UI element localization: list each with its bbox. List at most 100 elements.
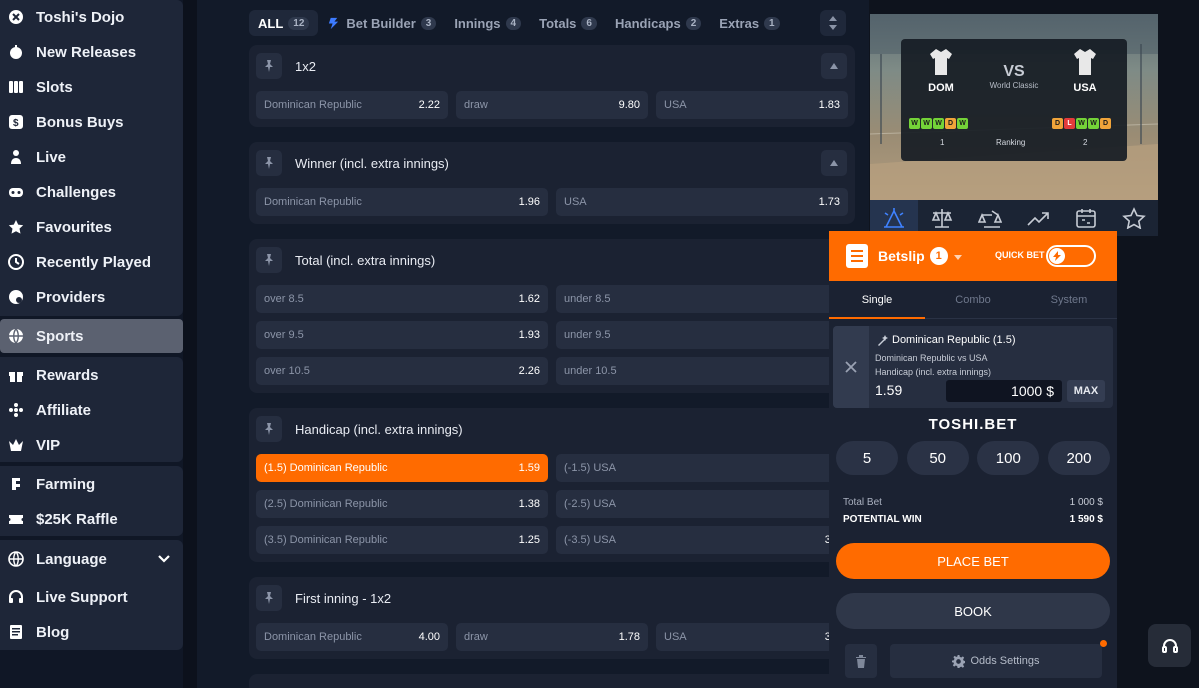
filter-extras[interactable]: Extras 1 xyxy=(710,10,788,36)
sidebar-item-label: $25K Raffle xyxy=(36,510,118,528)
tab-single[interactable]: Single xyxy=(829,281,925,319)
sidebar-item-toshis-dojo[interactable]: Toshi's Dojo xyxy=(0,0,183,34)
odd-button[interactable]: under 8.52. xyxy=(556,285,848,313)
form-badge: W xyxy=(1088,118,1099,129)
sidebar-item-farming[interactable]: Farming xyxy=(0,467,183,501)
filter-all[interactable]: ALL 12 xyxy=(249,10,319,36)
form-badge: D xyxy=(945,118,956,129)
quick-bet-toggle[interactable] xyxy=(1046,245,1096,267)
sidebar-item-label: VIP xyxy=(36,436,61,454)
book-button[interactable]: BOOK xyxy=(836,593,1110,629)
filter-label: Totals xyxy=(539,15,577,31)
odd-button[interactable]: (-1.5) USA2. xyxy=(556,454,848,482)
odd-outcome: under 10.5 xyxy=(564,365,617,377)
odd-button[interactable]: USA 1.73 xyxy=(556,188,848,216)
jersey-icon xyxy=(930,49,952,75)
pin-icon xyxy=(265,423,273,435)
sidebar-item-bonus-buys[interactable]: $ Bonus Buys xyxy=(0,105,183,139)
pin-button[interactable] xyxy=(256,247,282,273)
odd-button[interactable]: (3.5) Dominican Republic 1.25 xyxy=(256,526,548,554)
odd-button[interactable]: under 10.51. xyxy=(556,357,848,385)
sidebar-item-vip[interactable]: VIP xyxy=(0,428,183,462)
home-rank: 1 xyxy=(940,138,945,147)
max-stake-button[interactable]: MAX xyxy=(1067,380,1105,402)
sidebar-item-language[interactable]: Language xyxy=(0,542,183,576)
odd-outcome: over 10.5 xyxy=(264,365,310,377)
sidebar-item-live-support[interactable]: Live Support xyxy=(0,580,183,614)
sidebar-item-slots[interactable]: Slots xyxy=(0,70,183,104)
odds-settings-button[interactable]: Odds Settings xyxy=(890,644,1102,678)
clear-betslip-button[interactable] xyxy=(845,644,877,678)
filter-bet-builder[interactable]: Bet Builder 3 xyxy=(318,10,445,36)
bet-builder-icon xyxy=(329,17,339,29)
remove-selection-button[interactable] xyxy=(833,326,869,408)
odd-button[interactable]: Dominican Republic 1.96 xyxy=(256,188,548,216)
sidebar-item-raffle[interactable]: $25K Raffle xyxy=(0,502,183,536)
pin-icon xyxy=(265,592,273,604)
jersey-icon xyxy=(1074,49,1096,75)
quick-stake-button[interactable]: 100 xyxy=(977,441,1040,475)
chevron-down-icon[interactable] xyxy=(953,247,962,265)
odd-button[interactable]: (-3.5) USA3.5 xyxy=(556,526,848,554)
slots-icon xyxy=(6,77,26,97)
sidebar-item-label: Farming xyxy=(36,475,96,493)
form-badge: W xyxy=(1076,118,1087,129)
sidebar-item-challenges[interactable]: Challenges xyxy=(0,175,183,209)
odd-button[interactable]: draw 1.78 xyxy=(456,623,648,651)
sidebar-item-live[interactable]: Live xyxy=(0,140,183,174)
sidebar-item-blog[interactable]: Blog xyxy=(0,615,183,649)
tab-system[interactable]: System xyxy=(1021,281,1117,318)
pin-button[interactable] xyxy=(256,416,282,442)
odd-button[interactable]: Dominican Republic 2.22 xyxy=(256,91,448,119)
bet-market: Handicap (incl. extra innings) xyxy=(875,367,992,377)
betslip-header[interactable]: Betslip 1 QUICK BET xyxy=(829,231,1117,281)
odd-button[interactable]: draw 9.80 xyxy=(456,91,648,119)
bonus-buys-icon: $ xyxy=(6,112,26,132)
market-title: Winner (incl. extra innings) xyxy=(295,155,449,171)
quick-stake-button[interactable]: 5 xyxy=(836,441,898,475)
pin-button[interactable] xyxy=(256,585,282,611)
sidebar-item-favourites[interactable]: Favourites xyxy=(0,210,183,244)
notification-dot xyxy=(1100,640,1107,647)
quick-stake-button[interactable]: 50 xyxy=(906,441,969,475)
providers-icon xyxy=(6,287,26,307)
sort-icon xyxy=(829,16,837,30)
sidebar-item-recently-played[interactable]: Recently Played xyxy=(0,245,183,279)
sidebar-item-new-releases[interactable]: New Releases xyxy=(0,35,183,69)
sidebar-item-affiliate[interactable]: Affiliate xyxy=(0,393,183,427)
odd-button[interactable]: under 9.51. xyxy=(556,321,848,349)
collapse-button[interactable] xyxy=(821,150,847,176)
sidebar-item-providers[interactable]: Providers xyxy=(0,280,183,314)
versus-label: VS World Classic xyxy=(979,63,1049,90)
sort-toggle-button[interactable] xyxy=(820,10,846,36)
odd-button[interactable]: (-2.5) USA2. xyxy=(556,490,848,518)
odd-button[interactable]: (2.5) Dominican Republic 1.38 xyxy=(256,490,548,518)
svg-text:$: $ xyxy=(13,118,19,129)
live-support-button[interactable] xyxy=(1148,624,1191,667)
odd-button[interactable]: USA3.4 xyxy=(656,623,848,651)
tab-favourite[interactable] xyxy=(1110,200,1158,236)
filter-innings[interactable]: Innings 4 xyxy=(445,10,530,36)
odd-button[interactable]: over 8.5 1.62 xyxy=(256,285,548,313)
odd-button[interactable]: over 10.5 2.26 xyxy=(256,357,548,385)
pin-button[interactable] xyxy=(256,53,282,79)
odd-button-selected[interactable]: (1.5) Dominican Republic 1.59 xyxy=(256,454,548,482)
sidebar-item-rewards[interactable]: Rewards xyxy=(0,358,183,392)
pin-button[interactable] xyxy=(256,150,282,176)
odd-value: 1.78 xyxy=(618,631,640,643)
odd-button[interactable]: USA 1.83 xyxy=(656,91,848,119)
filter-handicaps[interactable]: Handicaps 2 xyxy=(606,10,710,36)
tab-combo[interactable]: Combo xyxy=(925,281,1021,318)
market-next xyxy=(249,674,855,688)
collapse-button[interactable] xyxy=(821,53,847,79)
odd-button[interactable]: Dominican Republic 4.00 xyxy=(256,623,448,651)
gear-icon xyxy=(952,654,966,668)
odd-button[interactable]: over 9.5 1.93 xyxy=(256,321,548,349)
filter-totals[interactable]: Totals 6 xyxy=(530,10,606,36)
quick-stake-button[interactable]: 200 xyxy=(1047,441,1110,475)
competition-name: World Classic xyxy=(989,81,1039,90)
stake-input[interactable]: 1000 $ xyxy=(946,380,1062,402)
place-bet-button[interactable]: PLACE BET xyxy=(836,543,1110,579)
markets-panel: ALL 12 Bet Builder 3 Innings 4 Totals 6 … xyxy=(197,0,869,688)
sidebar-item-sports[interactable]: Sports xyxy=(0,319,183,353)
